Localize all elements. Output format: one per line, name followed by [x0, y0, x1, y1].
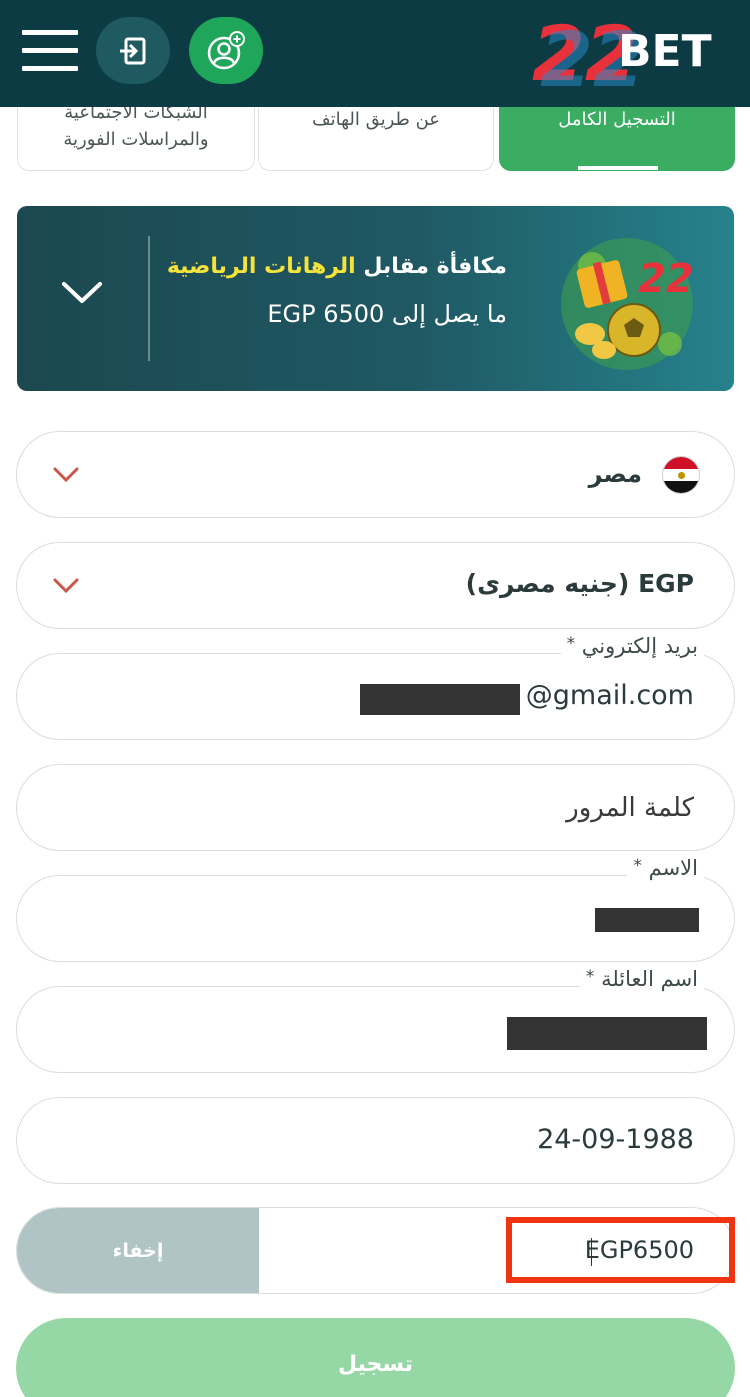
last-name-label-text: اسم العائلة — [601, 967, 698, 991]
password-placeholder: كلمة المرور — [566, 793, 694, 823]
active-tab-indicator — [578, 166, 658, 170]
tab-social-networks[interactable]: الشبكات الاجتماعية والمراسلات الفورية — [17, 96, 255, 171]
password-field[interactable]: كلمة المرور — [16, 764, 735, 851]
first-name-label-text: الاسم — [648, 856, 698, 880]
birth-date-field[interactable]: 24-09-1988 — [16, 1097, 735, 1184]
register-button[interactable] — [189, 17, 263, 84]
redacted-email-block — [360, 684, 520, 715]
redacted-first-name-block — [595, 908, 699, 932]
chevron-down-icon[interactable] — [60, 279, 104, 307]
required-mark: * — [585, 967, 595, 987]
tab-social-networks-label: الشبكات الاجتماعية والمراسلات الفورية — [63, 102, 209, 153]
bonus-subtitle: ما يصل إلى EGP 6500 — [267, 300, 507, 328]
sports-bonus-illustration: 22 — [561, 238, 694, 370]
tab-by-phone-label: عن طريق الهاتف — [311, 108, 441, 130]
email-label: بريد إلكتروني * — [560, 634, 704, 658]
register-user-icon — [207, 30, 245, 69]
hide-promo-button[interactable]: إخفاء — [17, 1208, 259, 1293]
country-value: مصر — [588, 460, 642, 488]
bonus-banner[interactable]: مكافأة مقابل الرهانات الرياضية ما يصل إل… — [17, 206, 734, 391]
currency-value: EGP (جنيه مصرى) — [465, 569, 694, 598]
email-label-text: بريد إلكتروني — [581, 634, 698, 658]
promo-code-field[interactable]: إخفاء EGP6500 — [16, 1207, 735, 1294]
bonus-title-highlight: الرهانات الرياضية — [166, 254, 356, 279]
chevron-down-icon — [53, 467, 79, 483]
app-header: 22 22 BET — [0, 0, 750, 107]
svg-text:22: 22 — [638, 256, 694, 302]
first-name-field[interactable]: الاسم * — [16, 856, 735, 962]
tab-full-registration[interactable]: التسجيل الكامل — [499, 96, 735, 171]
tab-by-phone[interactable]: عن طريق الهاتف — [258, 96, 494, 171]
chevron-down-icon — [53, 578, 79, 594]
tab-full-registration-label: التسجيل الكامل — [558, 108, 676, 130]
country-select[interactable]: مصر — [16, 431, 735, 518]
brand-logo[interactable]: 22 22 BET — [530, 8, 730, 94]
required-mark: * — [566, 634, 576, 654]
promo-code-value: EGP6500 — [584, 1236, 694, 1264]
first-name-label: الاسم * — [627, 856, 704, 880]
login-button[interactable] — [96, 17, 170, 84]
birth-date-value: 24-09-1988 — [537, 1124, 694, 1155]
email-value: @gmail.com — [525, 680, 694, 711]
login-icon — [120, 37, 146, 64]
bonus-title-prefix: مكافأة مقابل — [355, 254, 507, 279]
tab-label-line2: والمراسلات الفورية — [63, 129, 209, 150]
email-field[interactable]: بريد إلكتروني * @gmail.com — [16, 634, 735, 740]
egypt-flag-icon — [662, 456, 700, 494]
redacted-last-name-block — [507, 1017, 707, 1050]
svg-text:BET: BET — [618, 26, 712, 77]
last-name-field[interactable]: اسم العائلة * — [16, 967, 735, 1073]
banner-divider — [148, 236, 150, 361]
required-mark: * — [633, 856, 642, 876]
bonus-title: مكافأة مقابل الرهانات الرياضية — [167, 254, 507, 279]
currency-select[interactable]: EGP (جنيه مصرى) — [16, 542, 735, 629]
hamburger-menu-icon[interactable] — [22, 28, 78, 74]
last-name-label: اسم العائلة * — [579, 967, 704, 991]
register-submit-button[interactable]: تسجيل — [16, 1318, 735, 1397]
